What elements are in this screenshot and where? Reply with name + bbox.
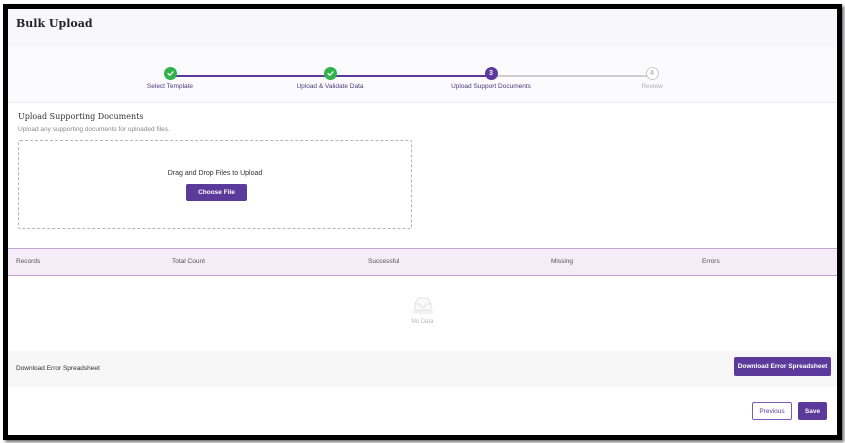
column-header-successful: Successful [368, 258, 400, 265]
save-button[interactable]: Save [798, 402, 827, 420]
download-error-label: Download Error Spreadsheet [16, 365, 100, 372]
empty-state-text: No Data [411, 319, 434, 325]
step-number: 4 [645, 67, 659, 80]
download-error-bar: Download Error Spreadsheet Download Erro… [8, 351, 837, 387]
step-upload-support-docs: 3 Upload Support Documents [411, 67, 571, 90]
dropzone-text: Drag and Drop Files to Upload [167, 170, 263, 177]
step-label: Upload Support Documents [451, 83, 531, 90]
app-window: Bulk Upload Select Template Upload & Val… [3, 4, 842, 440]
step-label: Review [641, 83, 663, 90]
step-number: 3 [484, 67, 498, 80]
column-header-errors: Errors [702, 258, 720, 265]
check-icon [163, 67, 177, 80]
step-label: Upload & Validate Data [296, 83, 364, 90]
column-header-missing: Missing [551, 258, 574, 265]
previous-button[interactable]: Previous [752, 402, 792, 420]
choose-file-button[interactable]: Choose File [186, 184, 247, 201]
file-dropzone[interactable]: Drag and Drop Files to Upload Choose Fil… [18, 140, 412, 229]
step-select-template: Select Template [90, 67, 250, 90]
empty-state: No Data [8, 295, 837, 325]
progress-stepper: Select Template Upload & Validate Data 3… [8, 47, 837, 103]
step-upload-validate: Upload & Validate Data [250, 67, 410, 90]
empty-inbox-icon [410, 295, 436, 315]
step-label: Select Template [146, 83, 194, 90]
step-review: 4 Review [572, 67, 732, 90]
column-header-total-count: Total Count [172, 258, 205, 265]
results-table-header: Records Total Count Successful Missing E… [8, 248, 837, 276]
download-error-spreadsheet-button[interactable]: Download Error Spreadsheet [734, 357, 831, 376]
column-header-records: Records [16, 258, 41, 265]
check-icon [323, 67, 337, 80]
page-title: Bulk Upload [16, 17, 93, 30]
upload-section-title: Upload Supporting Documents [18, 112, 144, 121]
page-header: Bulk Upload [8, 9, 837, 48]
upload-section-subtitle: Upload any supporting documents for uplo… [18, 126, 170, 133]
